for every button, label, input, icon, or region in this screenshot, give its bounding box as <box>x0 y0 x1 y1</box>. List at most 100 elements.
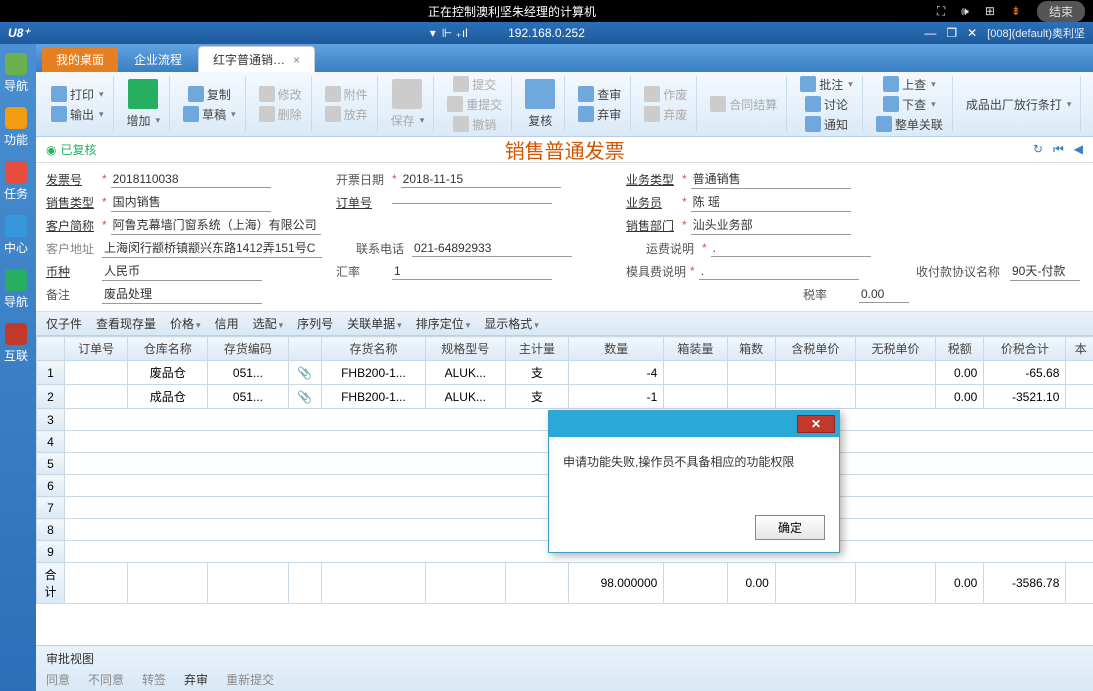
resubmit-button-footer[interactable]: 重新提交 <box>226 671 274 688</box>
col-rownum[interactable] <box>37 337 65 361</box>
col-boxqty[interactable]: 箱装量 <box>664 337 727 361</box>
col-more[interactable]: 本 <box>1066 337 1093 361</box>
col-total[interactable]: 价税合计 <box>984 337 1066 361</box>
sidebar-item-task[interactable]: 任务 <box>0 156 32 206</box>
output-button[interactable]: 输出 <box>48 105 107 124</box>
biz-type[interactable]: 普通销售 <box>691 169 851 189</box>
price-button[interactable]: 价格 <box>170 315 201 332</box>
reject-button[interactable]: 弃审 <box>184 671 208 688</box>
check-icon: ◉ <box>46 143 56 157</box>
sort-button[interactable]: 排序定位 <box>416 315 471 332</box>
tax-rate[interactable]: 0.00 <box>859 286 909 303</box>
add-label[interactable]: 增加 <box>124 111 164 130</box>
refresh-icon[interactable]: ↻ <box>1033 142 1043 157</box>
col-boxes[interactable]: 箱数 <box>727 337 775 361</box>
clip-icon[interactable]: 📎 <box>297 366 312 380</box>
print-button[interactable]: 打印 <box>48 85 107 104</box>
note-button[interactable]: 批注 <box>797 75 856 94</box>
order-no[interactable] <box>392 201 552 204</box>
dialog-ok-button[interactable]: 确定 <box>755 515 825 540</box>
prev-icon[interactable]: ◀ <box>1074 142 1083 157</box>
col-attach[interactable] <box>288 337 322 361</box>
sound-icon[interactable]: 🕪 <box>961 4 969 19</box>
tab-close-icon[interactable]: × <box>293 53 300 67</box>
freight[interactable]: . <box>711 240 871 257</box>
agree-button[interactable]: 同意 <box>46 671 70 688</box>
down-button[interactable]: 下查 <box>880 95 939 114</box>
minimize-icon[interactable]: — <box>924 26 936 40</box>
sidebar-item-link[interactable]: 互联 <box>0 318 32 368</box>
resubmit-button: 重提交 <box>444 95 505 114</box>
dialog-header[interactable]: ✕ <box>549 411 839 437</box>
col-order[interactable]: 订单号 <box>65 337 128 361</box>
workflow-button: 作废 <box>641 85 690 104</box>
first-icon[interactable]: ⏮ <box>1053 142 1064 157</box>
remark[interactable]: 废品处理 <box>102 284 262 304</box>
notify-button[interactable]: 通知 <box>802 115 851 134</box>
sale-type[interactable]: 国内销售 <box>111 192 271 212</box>
app-logo: U8⁺ <box>8 26 30 40</box>
sidebar-item-nav[interactable]: 导航 <box>0 48 32 98</box>
rel-button[interactable]: 关联单据 <box>347 315 402 332</box>
main-area: 我的桌面 企业流程 红字普通销…× 打印 输出 增加 复制 草稿 修改 删除 附… <box>36 44 1093 691</box>
discuss-button[interactable]: 讨论 <box>802 95 851 114</box>
table-row[interactable]: 2 成品仓 051... 📎 FHB200-1... ALUK... 支 -1 … <box>37 385 1093 409</box>
invoice-date[interactable]: 2018-11-15 <box>401 171 561 188</box>
window-icon[interactable]: ⊞ <box>985 4 995 18</box>
recheck-button[interactable] <box>522 78 558 110</box>
currency[interactable]: 人民币 <box>102 261 262 281</box>
abandon-button[interactable]: 弃审 <box>575 105 624 124</box>
rate[interactable]: 1 <box>392 263 552 280</box>
disagree-button[interactable]: 不同意 <box>88 671 124 688</box>
col-spec[interactable]: 规格型号 <box>425 337 505 361</box>
table-row[interactable]: 1 废品仓 051... 📎 FHB200-1... ALUK... 支 -4 … <box>37 361 1093 385</box>
col-code[interactable]: 存货编码 <box>208 337 288 361</box>
customer[interactable]: 阿鲁克幕墙门窗系统（上海）有限公司 <box>111 215 321 235</box>
dept[interactable]: 汕头业务部 <box>691 215 851 235</box>
tab-desktop[interactable]: 我的桌面 <box>42 47 118 72</box>
col-netprice[interactable]: 无税单价 <box>855 337 935 361</box>
close-icon[interactable]: ✕ <box>967 26 977 40</box>
sidebar-item-center[interactable]: 中心 <box>0 210 32 260</box>
address[interactable]: 上海闵行颛桥镇颛兴东路1412弄151号C <box>102 238 322 258</box>
review-button[interactable]: 查审 <box>575 85 624 104</box>
related-button[interactable]: 整单关联 <box>873 115 946 134</box>
col-qty[interactable]: 数量 <box>569 337 664 361</box>
forward-button[interactable]: 转签 <box>142 671 166 688</box>
salesman[interactable]: 陈 瑶 <box>691 192 851 212</box>
end-remote-button[interactable]: 结束 <box>1037 1 1085 22</box>
tab-invoice[interactable]: 红字普通销…× <box>198 46 315 72</box>
dialog-close-button[interactable]: ✕ <box>797 415 835 433</box>
opt-button[interactable]: 选配 <box>253 315 284 332</box>
col-tax[interactable]: 税额 <box>936 337 984 361</box>
sidebar-item-nav2[interactable]: 导航 <box>0 264 32 314</box>
serial-button[interactable]: 序列号 <box>297 315 333 332</box>
col-uom[interactable]: 主计量 <box>505 337 568 361</box>
fmt-button[interactable]: 显示格式 <box>484 315 539 332</box>
fullscreen-icon[interactable]: ⛶ <box>937 4 945 19</box>
clip-icon[interactable]: 📎 <box>297 390 312 404</box>
restore-icon[interactable]: ❐ <box>946 26 957 40</box>
discard-button: 放弃 <box>322 105 371 124</box>
invoice-no[interactable]: 2018110038 <box>111 171 271 188</box>
pay-term[interactable]: 90天-付款 <box>1010 261 1080 281</box>
copy-button[interactable]: 复制 <box>185 85 234 104</box>
col-warehouse[interactable]: 仓库名称 <box>128 337 208 361</box>
stock-button[interactable]: 查看现存量 <box>96 315 156 332</box>
child-only-button[interactable]: 仅子件 <box>46 315 82 332</box>
credit-button[interactable]: 信用 <box>215 315 239 332</box>
mold[interactable]: . <box>699 263 859 280</box>
pin-icon[interactable]: ⇟ <box>1011 4 1021 18</box>
save-button <box>389 78 425 110</box>
add-button[interactable] <box>125 78 161 110</box>
col-name[interactable]: 存货名称 <box>322 337 426 361</box>
attach-button: 附件 <box>322 85 371 104</box>
footer-panel: 审批视图 同意 不同意 转签 弃审 重新提交 <box>36 645 1093 691</box>
sidebar-item-func[interactable]: 功能 <box>0 102 32 152</box>
tab-process[interactable]: 企业流程 <box>120 47 196 72</box>
outstr-button[interactable]: 成品出厂放行条打 <box>963 95 1075 114</box>
tel[interactable]: 021-64892933 <box>412 240 572 257</box>
col-taxprice[interactable]: 含税单价 <box>775 337 855 361</box>
up-button[interactable]: 上查 <box>880 75 939 94</box>
draft-button[interactable]: 草稿 <box>180 105 239 124</box>
